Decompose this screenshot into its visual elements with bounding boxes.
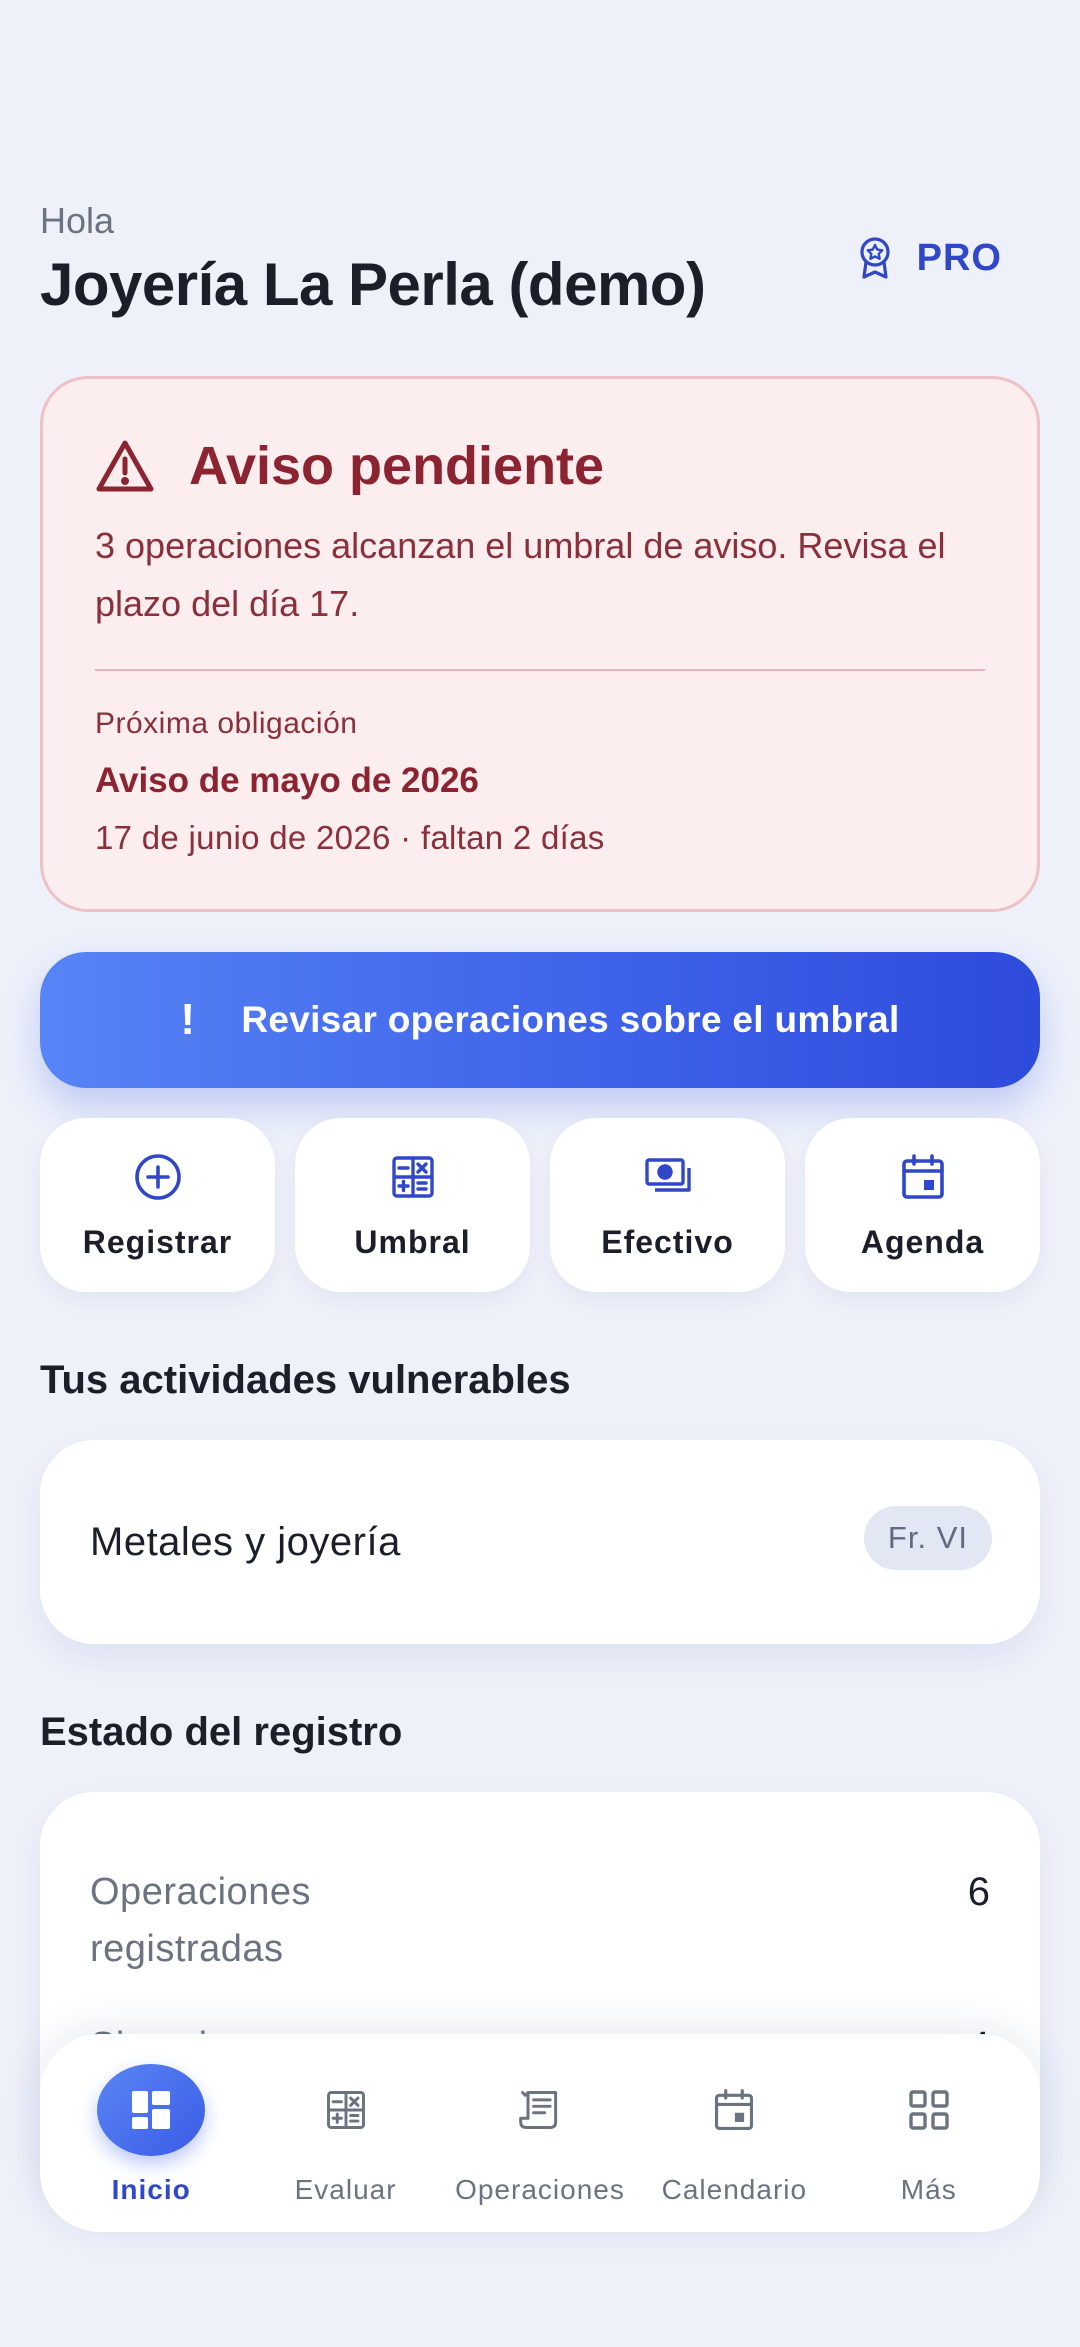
registry-row-value: 6 bbox=[967, 1870, 990, 1914]
quick-action-label: Efectivo bbox=[601, 1224, 734, 1260]
quick-action-label: Umbral bbox=[354, 1224, 471, 1260]
nav-icon-container bbox=[875, 2064, 983, 2156]
next-obligation-date: 17 de junio de 2026 · faltan 2 días bbox=[95, 819, 605, 856]
activity-item[interactable]: Metales y joyería Fr. VI bbox=[40, 1440, 1040, 1644]
next-obligation-label: Próxima obligación bbox=[95, 707, 358, 740]
alert-message: 3 operaciones alcanzan el umbral de avis… bbox=[95, 525, 946, 624]
calculator-icon bbox=[326, 2091, 365, 2129]
nav-item-calendario[interactable]: Calendario bbox=[639, 2034, 829, 2206]
activities-section-title: Tus actividades vulnerables bbox=[40, 1358, 571, 1402]
quick-actions: Registrar Umbral Efectivo Agenda bbox=[40, 1118, 1040, 1292]
receipt-icon bbox=[519, 2091, 558, 2129]
quick-action-label: Agenda bbox=[860, 1224, 985, 1260]
nav-label: Evaluar bbox=[294, 2174, 397, 2205]
calendar-icon bbox=[715, 2089, 754, 2130]
bottom-navigation: Inicio Evaluar Operaciones Calendario Má… bbox=[40, 2034, 1040, 2232]
nav-icon-container bbox=[680, 2064, 788, 2156]
review-threshold-label: Revisar operaciones sobre el umbral bbox=[241, 999, 900, 1040]
pro-label: PRO bbox=[916, 236, 1002, 279]
exclamation-icon: ! bbox=[180, 995, 196, 1044]
activity-name: Metales y joyería bbox=[90, 1520, 401, 1564]
registry-section-title: Estado del registro bbox=[40, 1710, 403, 1754]
nav-item-evaluar[interactable]: Evaluar bbox=[251, 2034, 441, 2206]
calendar-icon bbox=[901, 1154, 944, 1199]
business-name: Joyería La Perla (demo) bbox=[40, 251, 706, 318]
award-icon bbox=[860, 237, 890, 279]
warning-triangle-icon bbox=[96, 440, 154, 492]
cash-icon bbox=[644, 1158, 691, 1192]
dashboard-icon bbox=[132, 2091, 171, 2129]
quick-action-label: Registrar bbox=[82, 1224, 233, 1260]
quick-action-agenda[interactable]: Agenda bbox=[805, 1118, 1040, 1292]
registry-row-label: Operaciones registradas bbox=[90, 1871, 311, 1970]
next-obligation-title: Aviso de mayo de 2026 bbox=[95, 761, 479, 800]
activity-fraction-badge: Fr. VI bbox=[863, 1506, 992, 1570]
greeting-text: Hola bbox=[40, 200, 115, 241]
nav-label: Más bbox=[900, 2174, 957, 2205]
calculator-icon bbox=[391, 1156, 434, 1198]
nav-label: Operaciones bbox=[455, 2174, 625, 2205]
grid-icon bbox=[909, 2090, 949, 2130]
quick-action-efectivo[interactable]: Efectivo bbox=[550, 1118, 785, 1292]
alert-divider bbox=[95, 669, 985, 671]
pro-badge[interactable]: PRO bbox=[855, 236, 1002, 280]
nav-item-operaciones[interactable]: Operaciones bbox=[445, 2034, 635, 2206]
quick-action-registrar[interactable]: Registrar bbox=[40, 1118, 275, 1292]
nav-icon-container bbox=[486, 2064, 594, 2156]
nav-item-inicio[interactable]: Inicio bbox=[56, 2034, 246, 2206]
nav-icon-container bbox=[292, 2064, 400, 2156]
plus-circle-icon bbox=[134, 1154, 181, 1200]
home-screen: Hola Joyería La Perla (demo) PRO Aviso p… bbox=[0, 0, 1080, 2347]
nav-label: Inicio bbox=[111, 2174, 191, 2205]
alert-title: Aviso pendiente bbox=[189, 436, 605, 496]
registry-row: Operaciones registradas 6 bbox=[90, 1864, 990, 1978]
nav-item-mas[interactable]: Más bbox=[834, 2034, 1024, 2206]
alert-header: Aviso pendiente bbox=[95, 435, 604, 497]
quick-action-umbral[interactable]: Umbral bbox=[295, 1118, 530, 1292]
nav-label: Calendario bbox=[661, 2174, 808, 2205]
review-threshold-button[interactable]: ! Revisar operaciones sobre el umbral bbox=[40, 952, 1040, 1088]
pending-alert-card[interactable]: Aviso pendiente 3 operaciones alcanzan e… bbox=[40, 376, 1040, 912]
nav-icon-container bbox=[97, 2064, 206, 2156]
